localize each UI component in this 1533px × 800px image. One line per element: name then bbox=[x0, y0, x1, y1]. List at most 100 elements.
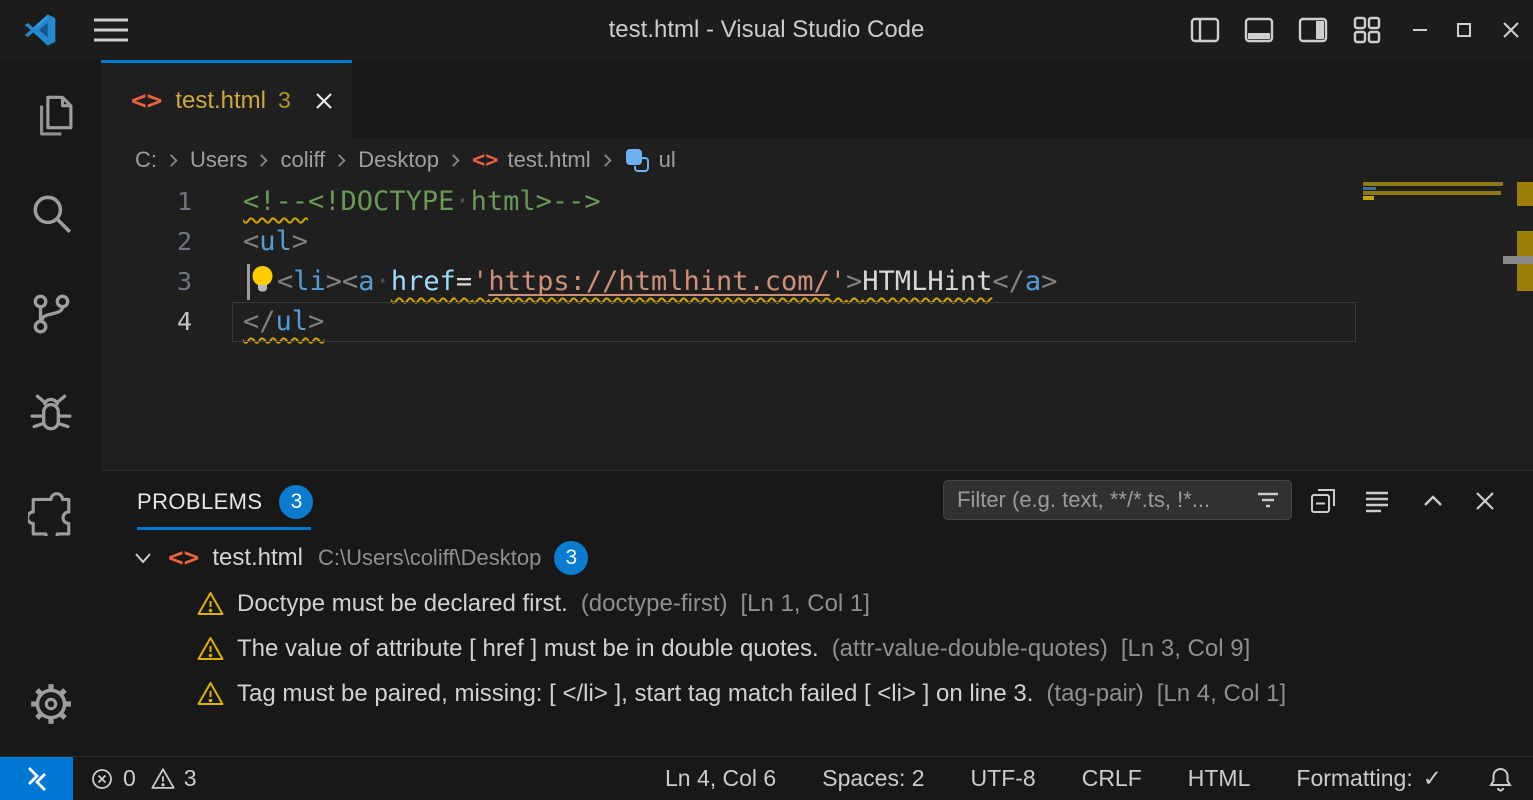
link-url[interactable]: https://htmlhint.com/ bbox=[488, 266, 829, 297]
code-line-2: 2 <ul> bbox=[101, 222, 1533, 262]
toggle-secondary-sidebar-icon[interactable] bbox=[1297, 14, 1329, 46]
problem-row[interactable]: The value of attribute [ href ] must be … bbox=[101, 626, 1533, 671]
remote-indicator[interactable] bbox=[0, 757, 73, 800]
settings-gear-icon[interactable] bbox=[28, 681, 74, 727]
chevron-right-icon bbox=[334, 153, 349, 168]
problem-row[interactable]: Tag must be paired, missing: [ </li> ], … bbox=[101, 671, 1533, 716]
problem-position: [Ln 4, Col 1] bbox=[1157, 680, 1286, 708]
html-file-icon: <> bbox=[472, 148, 499, 173]
problems-filter-box bbox=[943, 480, 1292, 520]
problems-file-row[interactable]: <> test.html C:\Users\coliff\Desktop 3 bbox=[101, 535, 1533, 581]
tab-test-html[interactable]: <> test.html 3 bbox=[101, 60, 352, 138]
vscode-logo-icon bbox=[24, 14, 56, 46]
warning-icon bbox=[197, 681, 224, 706]
problem-message: Doctype must be declared first. bbox=[237, 590, 568, 618]
view-as-list-icon[interactable] bbox=[1363, 487, 1391, 515]
whitespace-dot: · bbox=[375, 266, 391, 297]
file-problems-badge: 3 bbox=[554, 541, 588, 575]
status-encoding[interactable]: UTF-8 bbox=[971, 765, 1036, 792]
filter-input[interactable] bbox=[944, 487, 1255, 513]
status-formatting[interactable]: Formatting: ✓ bbox=[1296, 765, 1442, 792]
problem-row[interactable]: Doctype must be declared first. (doctype… bbox=[101, 581, 1533, 626]
error-count: 0 bbox=[123, 765, 136, 792]
filter-icon[interactable] bbox=[1255, 487, 1281, 513]
minimap-line-4 bbox=[1363, 196, 1374, 200]
source-control-icon[interactable] bbox=[28, 290, 74, 336]
search-icon[interactable] bbox=[28, 190, 74, 236]
breadcrumb-coliff[interactable]: coliff bbox=[280, 147, 325, 173]
code-line-content[interactable]: <!--<!DOCTYPE·html>--> bbox=[192, 182, 601, 222]
chevron-down-icon[interactable] bbox=[131, 546, 155, 570]
problem-code: (attr-value-double-quotes) bbox=[832, 635, 1108, 663]
tab-close-icon[interactable] bbox=[312, 89, 336, 113]
overview-ruler-warning bbox=[1517, 182, 1533, 206]
problem-position: [Ln 3, Col 9] bbox=[1121, 635, 1250, 663]
formatting-label: Formatting: bbox=[1296, 765, 1412, 792]
line-number: 2 bbox=[101, 222, 192, 262]
chevron-right-icon bbox=[166, 153, 181, 168]
tab-label: test.html bbox=[175, 87, 266, 115]
minimap-line-3 bbox=[1363, 191, 1501, 195]
current-line-highlight bbox=[232, 302, 1356, 342]
minimap-line-1 bbox=[1363, 182, 1503, 186]
title-bar: test.html - Visual Studio Code bbox=[0, 0, 1533, 60]
status-indentation[interactable]: Spaces: 2 bbox=[822, 765, 924, 792]
problem-position: [Ln 1, Col 1] bbox=[741, 590, 870, 618]
problem-code: (doctype-first) bbox=[581, 590, 728, 618]
overview-ruler-cursor[interactable] bbox=[1503, 256, 1533, 264]
minimap-line-2 bbox=[1363, 187, 1376, 190]
code-editor[interactable]: 1 <!--<!DOCTYPE·html>--> 2 <ul> 3 <li><a… bbox=[101, 182, 1533, 470]
line-number: 3 bbox=[101, 262, 192, 302]
status-eol[interactable]: CRLF bbox=[1082, 765, 1142, 792]
toggle-panel-icon[interactable] bbox=[1243, 14, 1275, 46]
notifications-bell-icon[interactable] bbox=[1488, 766, 1513, 792]
window-minimize-icon[interactable] bbox=[1404, 14, 1436, 46]
warning-icon bbox=[197, 591, 224, 616]
status-right-group: Ln 4, Col 6 Spaces: 2 UTF-8 CRLF HTML Fo… bbox=[665, 765, 1533, 792]
tab-problems-count: 3 bbox=[278, 87, 291, 114]
problems-file-name: test.html bbox=[212, 544, 303, 572]
window-close-icon[interactable] bbox=[1495, 14, 1527, 46]
status-language-mode[interactable]: HTML bbox=[1188, 765, 1251, 792]
breadcrumb: C: Users coliff Desktop <> test.html ul bbox=[101, 138, 1533, 182]
close-panel-icon[interactable] bbox=[1471, 487, 1499, 515]
window-maximize-icon[interactable] bbox=[1448, 14, 1480, 46]
line-number: 1 bbox=[101, 182, 192, 222]
status-problems[interactable]: 0 3 bbox=[90, 765, 197, 792]
code-line-content[interactable]: <li><a·href='https://htmlhint.com/'>HTML… bbox=[192, 262, 1057, 302]
symbol-element-icon bbox=[624, 147, 650, 173]
activity-bar bbox=[0, 60, 101, 756]
chevron-right-icon bbox=[600, 153, 615, 168]
breadcrumb-drive[interactable]: C: bbox=[135, 147, 157, 173]
chevron-right-icon bbox=[256, 153, 271, 168]
problem-message: Tag must be paired, missing: [ </li> ], … bbox=[237, 680, 1033, 708]
problems-panel: PROBLEMS 3 bbox=[101, 470, 1533, 756]
status-cursor-position[interactable]: Ln 4, Col 6 bbox=[665, 765, 776, 792]
problems-count-badge: 3 bbox=[279, 485, 313, 519]
breadcrumb-file[interactable]: test.html bbox=[508, 147, 591, 173]
toggle-sidebar-icon[interactable] bbox=[1189, 14, 1221, 46]
html-file-icon: <> bbox=[168, 543, 199, 573]
status-bar: 0 3 Ln 4, Col 6 Spaces: 2 UTF-8 CRLF HTM… bbox=[0, 756, 1533, 800]
breadcrumb-symbol[interactable]: ul bbox=[659, 147, 676, 173]
problems-file-path: C:\Users\coliff\Desktop bbox=[318, 545, 541, 571]
explorer-icon[interactable] bbox=[28, 90, 74, 136]
breadcrumb-desktop[interactable]: Desktop bbox=[358, 147, 439, 173]
html-file-icon: <> bbox=[131, 86, 162, 116]
customize-layout-icon[interactable] bbox=[1351, 14, 1383, 46]
extensions-icon[interactable] bbox=[28, 490, 74, 536]
error-icon bbox=[90, 767, 114, 791]
line-number-active: 4 bbox=[101, 302, 192, 342]
breadcrumb-users[interactable]: Users bbox=[190, 147, 247, 173]
collapse-all-icon[interactable] bbox=[1309, 487, 1337, 515]
remote-icon bbox=[21, 764, 53, 794]
run-debug-icon[interactable] bbox=[28, 390, 74, 436]
lightbulb-icon[interactable] bbox=[250, 265, 275, 294]
code-line-1: 1 <!--<!DOCTYPE·html>--> bbox=[101, 182, 1533, 222]
chevron-right-icon bbox=[448, 153, 463, 168]
warning-icon bbox=[197, 636, 224, 661]
menu-hamburger-icon[interactable] bbox=[92, 16, 130, 44]
tab-problems[interactable]: PROBLEMS 3 bbox=[137, 485, 313, 519]
code-line-content[interactable]: <ul> bbox=[192, 222, 308, 262]
maximize-panel-icon[interactable] bbox=[1419, 487, 1447, 515]
